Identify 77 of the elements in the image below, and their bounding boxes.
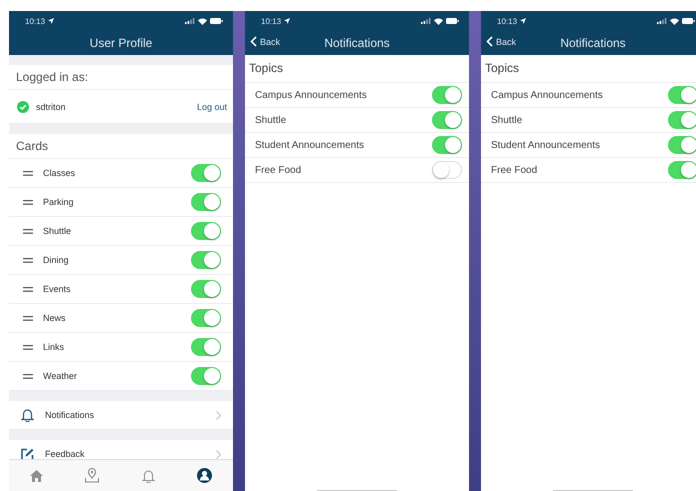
toggle-switch[interactable] [191, 251, 221, 269]
location-arrow-icon [48, 18, 54, 24]
check-circle-icon [17, 100, 29, 112]
toggle-switch[interactable] [668, 86, 696, 104]
toggle-switch[interactable] [432, 161, 462, 179]
toggle-switch[interactable] [191, 338, 221, 356]
card-label: Weather [43, 371, 77, 381]
section-header: Cards [9, 134, 233, 159]
toggle-switch[interactable] [432, 111, 462, 129]
chevron-left-icon [250, 36, 257, 47]
section-header: Logged in as: [9, 65, 233, 90]
profile-icon [196, 468, 212, 483]
toggle-switch[interactable] [432, 136, 462, 154]
status-time: 10:13 [25, 16, 46, 26]
wifi-icon [198, 18, 207, 24]
logout-link[interactable]: Log out [196, 102, 227, 112]
toggle-switch[interactable] [668, 136, 696, 154]
card-label: Dining [43, 255, 69, 265]
menu-item[interactable]: Feedback [9, 440, 233, 459]
card-label: Shuttle [43, 226, 72, 236]
edit-icon [21, 448, 34, 459]
topic-label: Student Announcements [255, 140, 364, 150]
drag-handle-icon[interactable] [23, 344, 33, 350]
back-button[interactable]: Back [486, 36, 516, 47]
drag-handle-icon[interactable] [23, 286, 33, 292]
status-time: 10:13 [261, 16, 282, 26]
topic-label: Campus Announcements [491, 90, 603, 100]
topic-label: Free Food [255, 164, 302, 176]
card-label: Parking [43, 197, 74, 207]
map-pin-icon [85, 468, 100, 483]
card-label: News [43, 313, 66, 323]
screen-title: Notifications [324, 36, 390, 50]
topic-label: Campus Announcements [255, 90, 367, 100]
drag-handle-icon[interactable] [23, 258, 33, 262]
location-arrow-icon [284, 18, 290, 24]
card-label: Links [43, 342, 64, 352]
toggle-switch[interactable] [191, 367, 221, 385]
signal-icon [657, 18, 667, 24]
chevron-left-icon [486, 36, 493, 47]
signal-icon [421, 18, 431, 24]
home-icon [30, 470, 44, 482]
toggle-switch[interactable] [191, 280, 221, 298]
bell-icon [142, 468, 155, 482]
drag-handle-icon[interactable] [23, 200, 33, 204]
toggle-switch[interactable] [668, 161, 696, 179]
toggle-switch[interactable] [191, 164, 221, 182]
menu-item[interactable]: Notifications [9, 401, 233, 430]
topic-label: Shuttle [491, 114, 522, 126]
location-arrow-icon [520, 18, 526, 24]
battery-icon [210, 18, 223, 24]
toggle-switch[interactable] [191, 193, 221, 211]
chevron-right-icon [216, 410, 221, 420]
username: sdtriton [36, 102, 66, 112]
chevron-right-icon [216, 450, 221, 458]
status-time: 10:13 [497, 16, 518, 26]
battery-icon [446, 18, 459, 24]
topic-label: Shuttle [255, 114, 286, 126]
card-label: Classes [43, 168, 76, 178]
drag-handle-icon[interactable] [23, 170, 33, 176]
battery-icon [682, 18, 695, 24]
topic-label: Student Announcements [491, 140, 600, 150]
toggle-switch[interactable] [191, 309, 221, 327]
screen-title: Notifications [560, 36, 626, 50]
wifi-icon [670, 18, 679, 24]
signal-icon [185, 18, 195, 24]
drag-handle-icon[interactable] [23, 374, 33, 378]
screen-title: User Profile [90, 36, 152, 50]
back-button[interactable]: Back [250, 36, 280, 47]
bell-icon [21, 408, 34, 422]
toggle-switch[interactable] [191, 222, 221, 240]
toggle-switch[interactable] [432, 86, 462, 104]
drag-handle-icon[interactable] [23, 228, 33, 234]
toggle-switch[interactable] [668, 111, 696, 129]
topic-label: Free Food [491, 164, 538, 176]
card-label: Events [43, 284, 71, 294]
drag-handle-icon[interactable] [23, 316, 33, 320]
wifi-icon [434, 18, 443, 24]
